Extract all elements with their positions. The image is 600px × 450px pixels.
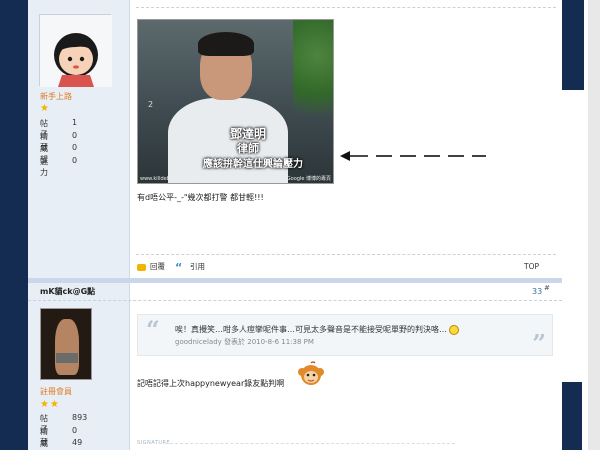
post2-username[interactable]: mK貓ck@G點 — [40, 286, 95, 297]
close-quote-icon: ” — [532, 329, 546, 358]
plant-background — [293, 20, 333, 140]
quote-meta: goodnicelady 發表於 2010-8-6 11:38 PM — [175, 338, 314, 346]
image-caption-quote: 應該拚幹這仕興論壓力 — [203, 159, 303, 170]
post2-avatar[interactable] — [40, 308, 92, 380]
post2-rank-title: 註冊會員 — [40, 387, 72, 396]
avatar-shorts — [56, 353, 78, 363]
monkey-emoticon-icon — [298, 361, 324, 385]
post1-message: 有d唔公平-_-"幾次都打警 都甘輕!!! — [137, 193, 264, 202]
post2-content — [130, 283, 562, 450]
open-quote-icon: “ — [146, 315, 160, 344]
quote-button[interactable]: “引用 — [175, 260, 205, 274]
image-marker: 2 — [148, 100, 154, 109]
right-border-bottom — [562, 382, 582, 450]
left-page-border — [0, 0, 28, 450]
signature-divider — [165, 443, 455, 444]
image-watermark-left: www.killdebt.hkfsd 35966338 — [140, 176, 215, 182]
left-arrow-icon — [340, 151, 486, 161]
post2-quote-block: “ 唉！真攪笑…咁多人痙攣呢件事…可見太多聲音是不能接受呢單野的判決咯… goo… — [137, 314, 553, 358]
star-icon: ★ — [40, 103, 49, 114]
image-caption-role: 律師 — [237, 142, 259, 155]
post1-attached-image[interactable]: 2 鄧達明 律師 應該拚幹這仕興論壓力 www.killdebt.hkfsd 3… — [137, 19, 334, 184]
post-separator — [28, 278, 562, 283]
post2-floor-number[interactable]: 33 — [532, 287, 542, 296]
post2-message: 記唔記得上次happynewyear錄友點判啊 — [137, 379, 285, 388]
post2-header-divider — [28, 300, 562, 301]
avatar-figure — [55, 319, 79, 375]
post1-rank-title: 新手上路 — [40, 92, 72, 101]
scrollbar-track[interactable] — [588, 0, 600, 450]
right-border-top — [562, 0, 584, 90]
reply-icon — [137, 263, 146, 271]
post2-floor-symbol: # — [544, 284, 550, 292]
post1-header-divider — [136, 7, 556, 8]
quote-icon: “ — [175, 260, 183, 274]
quote-text: 唉！真攪笑…咁多人痙攣呢件事…可見太多聲音是不能接受呢單野的判決咯… — [175, 324, 459, 335]
star-icon: ★ — [50, 399, 59, 410]
smiley-icon — [449, 324, 459, 335]
cartoon-avatar-icon — [40, 15, 112, 87]
post1-avatar[interactable] — [39, 14, 112, 87]
post1-actions-divider — [136, 254, 556, 255]
back-to-top-link[interactable]: TOP — [524, 262, 539, 272]
image-watermark-right: Google 博博的專頁 — [286, 176, 331, 182]
reply-button[interactable]: 回覆 — [137, 262, 165, 272]
person-hair — [198, 32, 254, 56]
star-icon: ★ — [40, 399, 49, 410]
